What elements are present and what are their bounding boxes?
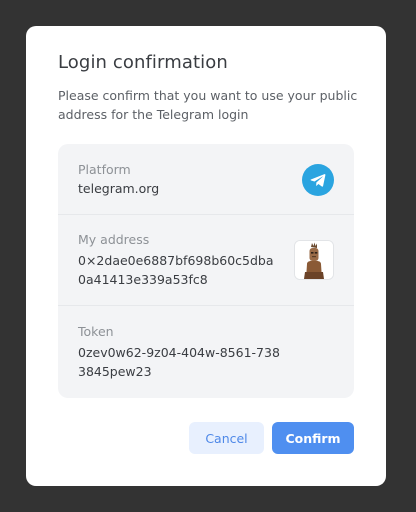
dialog-subtitle: Please confirm that you want to use your… [58, 88, 358, 122]
login-confirmation-dialog: Login confirmation Please confirm that y… [26, 26, 386, 486]
cancel-button[interactable]: Cancel [189, 422, 264, 454]
avatar [294, 240, 334, 280]
dialog-title: Login confirmation [58, 52, 228, 73]
platform-value: telegram.org [78, 181, 160, 196]
confirm-button[interactable]: Confirm [272, 422, 354, 454]
address-row: My address 0×2dae0e6887bf698b60c5dba0a41… [58, 215, 354, 306]
token-value: 0zev0w62-9z04-404w-8561-7383845pew23 [78, 345, 280, 379]
token-label: Token [78, 324, 114, 339]
address-label: My address [78, 232, 150, 247]
platform-row: Platform telegram.org [58, 144, 354, 215]
telegram-plane-icon [310, 174, 326, 187]
avatar-image [295, 241, 333, 279]
platform-label: Platform [78, 162, 131, 177]
telegram-icon [302, 164, 334, 196]
address-value: 0×2dae0e6887bf698b60c5dba0a41413e339a53f… [78, 253, 274, 287]
details-card: Platform telegram.org My address 0×2dae0… [58, 144, 354, 398]
token-row: Token 0zev0w62-9z04-404w-8561-7383845pew… [58, 306, 354, 398]
